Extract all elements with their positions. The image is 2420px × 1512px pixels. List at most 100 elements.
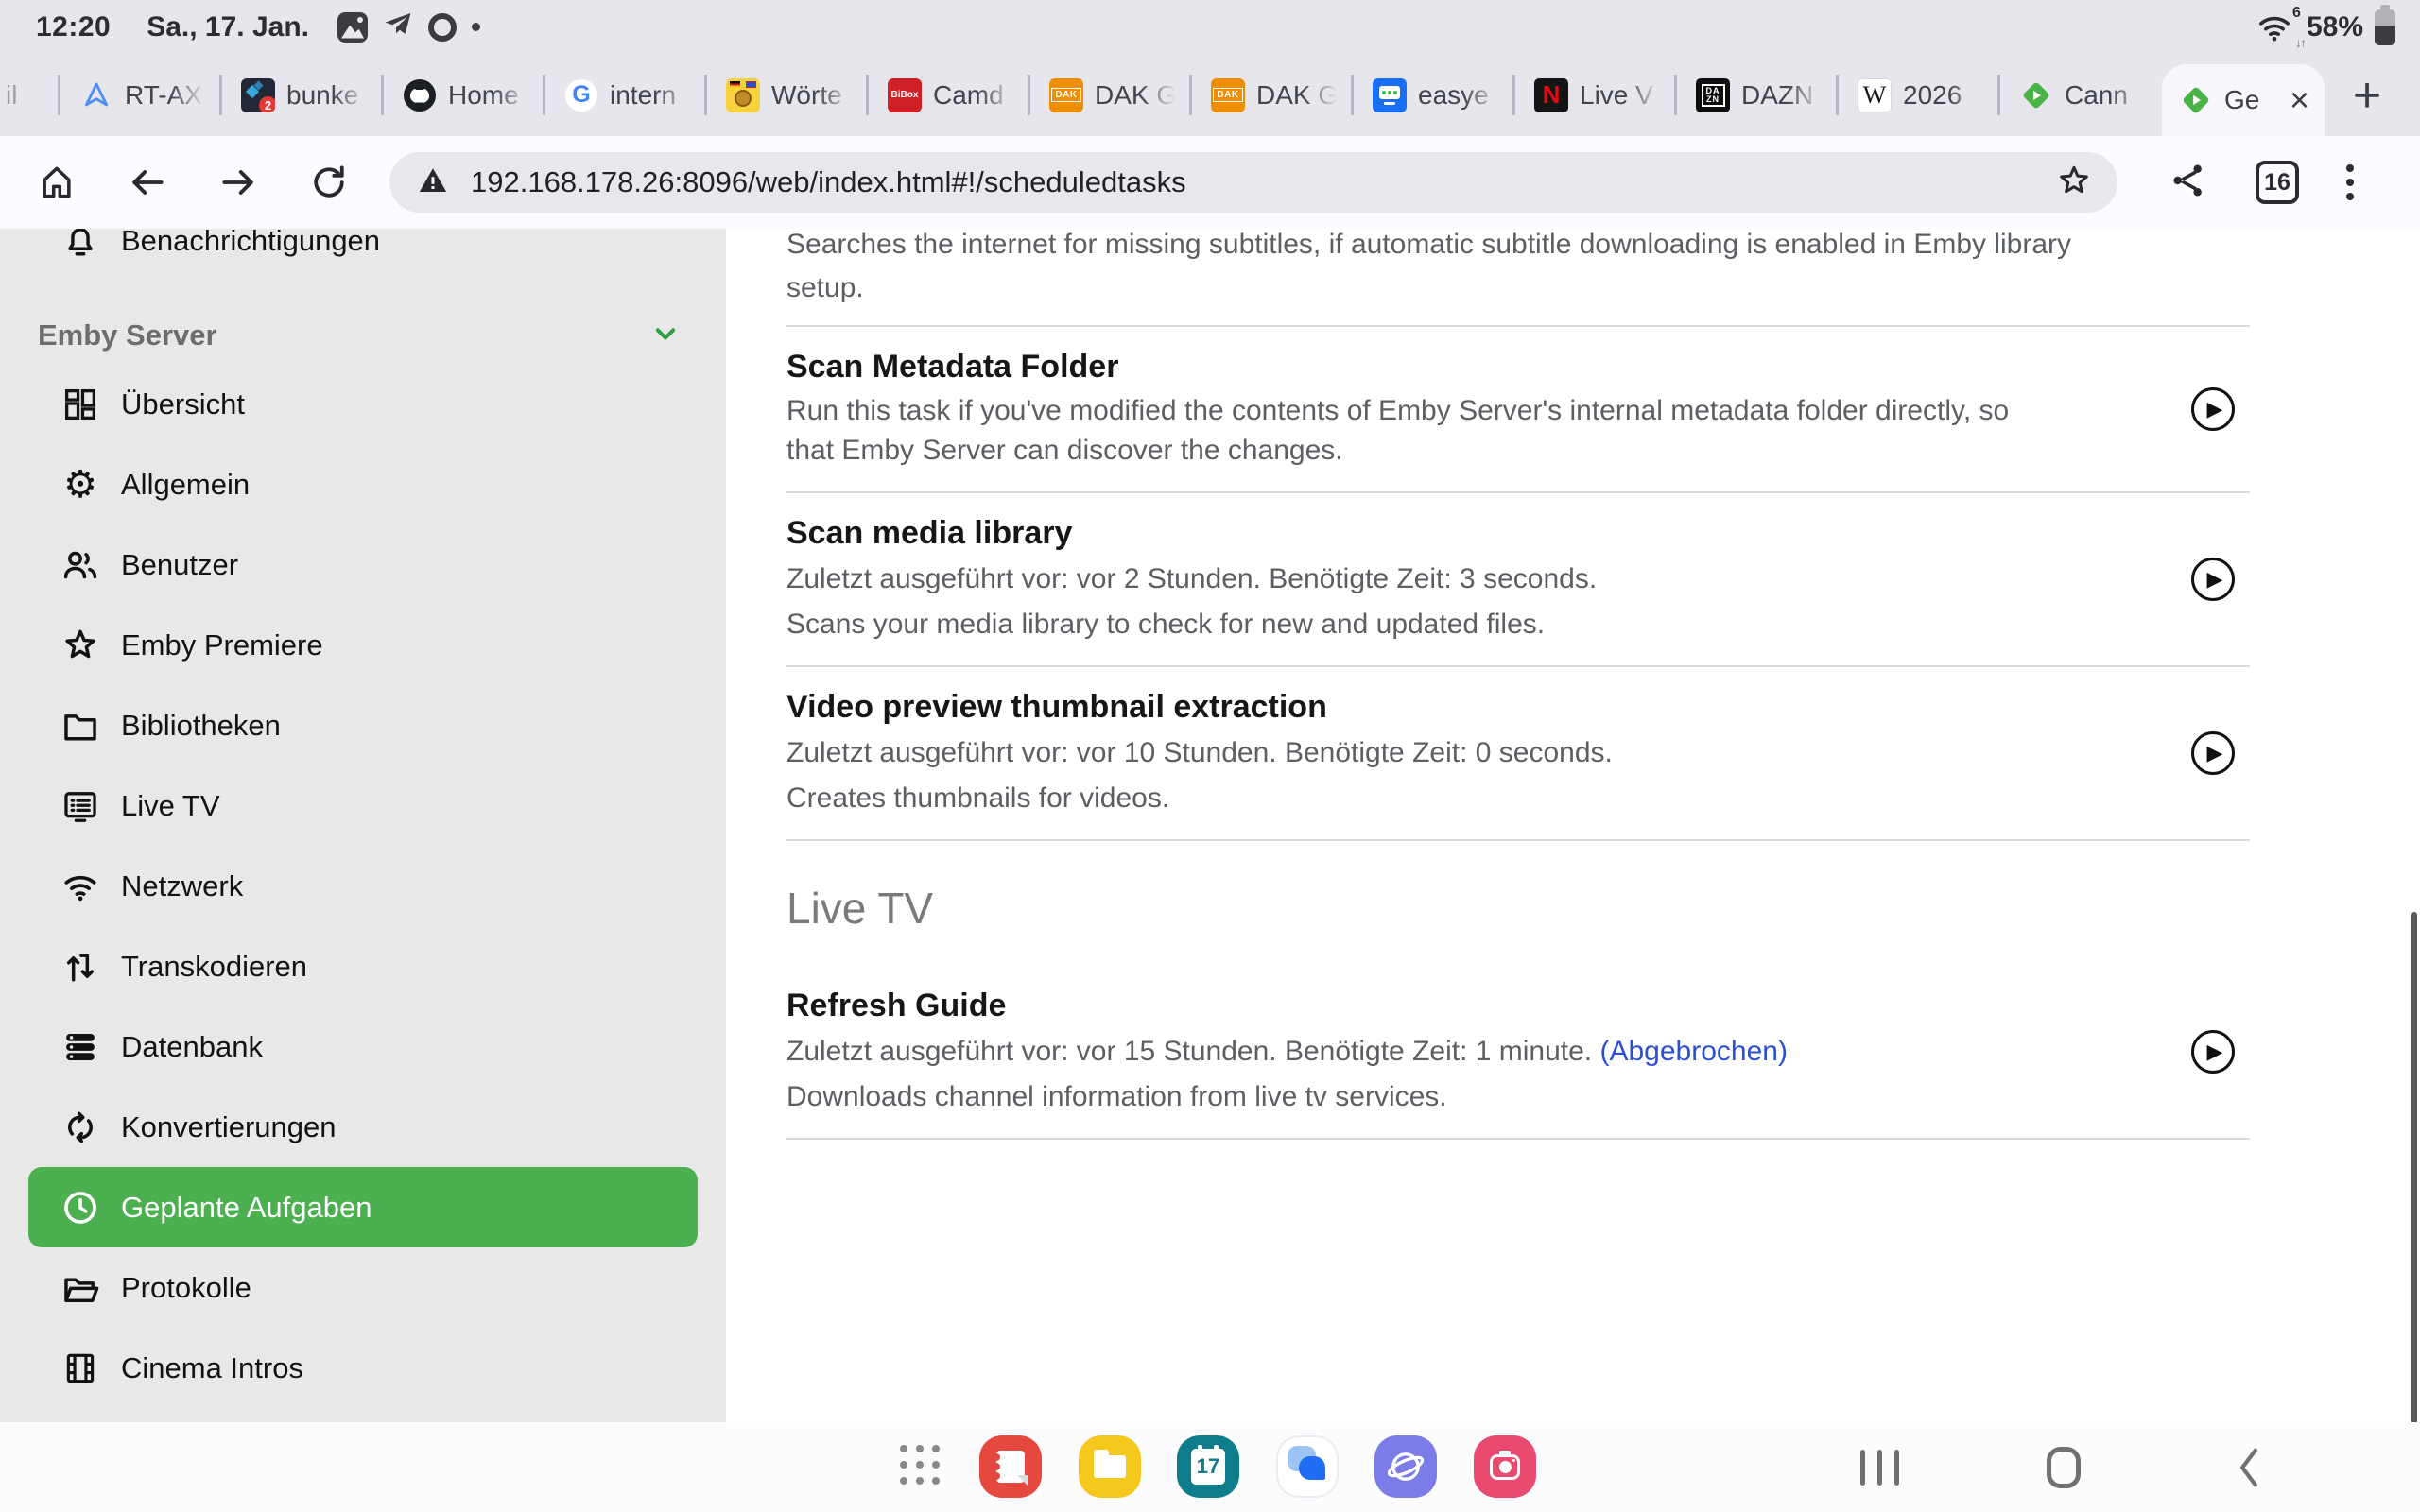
gear-icon: ⚙	[59, 463, 102, 507]
tab-google-intern[interactable]: G intern	[545, 54, 707, 136]
users-icon	[59, 543, 102, 587]
sidebar-item-cinema-intros[interactable]: Cinema Intros	[0, 1328, 726, 1408]
tab-dazn[interactable]: DAZN DAZN	[1677, 54, 1839, 136]
menu-kebab-icon[interactable]	[2346, 164, 2354, 200]
database-icon	[59, 1025, 102, 1069]
tab-easy[interactable]: easye	[1354, 54, 1515, 136]
calendar-app-icon[interactable]: 17	[1177, 1435, 1239, 1498]
emby-icon	[2019, 78, 2053, 112]
star-icon	[59, 624, 102, 667]
tab-wikipedia[interactable]: W 2026	[1839, 54, 2000, 136]
sidebar-item-benachrichtigungen[interactable]: Benachrichtigungen	[0, 229, 726, 281]
battery-percent-text: 58%	[2307, 11, 2363, 43]
forward-button[interactable]	[217, 162, 259, 203]
app-drawer-button[interactable]	[900, 1445, 940, 1485]
sidebar-item-benutzer[interactable]: Benutzer	[0, 524, 726, 605]
film-strip-icon	[59, 1347, 102, 1390]
sidebar-item-datenbank[interactable]: Datenbank	[0, 1006, 726, 1087]
task-scan-metadata-folder: Scan Metadata Folder Run this task if yo…	[786, 327, 2250, 493]
tab-dak-2[interactable]: DAK DAK G	[1192, 54, 1354, 136]
run-task-button[interactable]: ▶	[2191, 387, 2235, 431]
camera-app-icon[interactable]	[1474, 1435, 1536, 1498]
address-bar[interactable]: 192.168.178.26:8096/web/index.html#!/sch…	[389, 152, 2118, 213]
back-button[interactable]	[127, 162, 168, 203]
back-nav-button[interactable]	[2192, 1422, 2306, 1512]
open-folder-icon	[59, 1266, 102, 1310]
dashboard-icon	[59, 383, 102, 426]
sidebar-item-live-tv[interactable]: Live TV	[0, 765, 726, 846]
folder-icon	[59, 704, 102, 747]
run-task-button[interactable]: ▶	[2191, 558, 2235, 601]
url-text[interactable]: 192.168.178.26:8096/web/index.html#!/sch…	[471, 165, 2055, 199]
bookmark-star-icon[interactable]	[2055, 162, 2093, 204]
run-task-button[interactable]: ▶	[2191, 731, 2235, 775]
tab-github-home[interactable]: Home	[384, 54, 545, 136]
url-toolbar: 192.168.178.26:8096/web/index.html#!/sch…	[0, 136, 2420, 229]
new-tab-button[interactable]: +	[2325, 54, 2410, 136]
home-button[interactable]	[36, 162, 78, 203]
site-warning-icon[interactable]	[416, 163, 450, 202]
chevron-down-icon[interactable]	[648, 317, 683, 355]
sidebar-section-emby-server[interactable]: Emby Server	[0, 307, 726, 364]
task-scan-media-library: Scan media library Zuletzt ausgeführt vo…	[786, 493, 2250, 667]
task-video-preview-thumbnail-extraction: Video preview thumbnail extraction Zulet…	[786, 667, 2250, 841]
sidebar-item-emby-premiere[interactable]: Emby Premiere	[0, 605, 726, 685]
bell-icon	[59, 229, 102, 263]
sidebar-item-netzwerk[interactable]: Netzwerk	[0, 846, 726, 926]
run-task-button[interactable]: ▶	[2191, 1030, 2235, 1074]
wifi-network-icon	[59, 865, 102, 908]
messages-app-icon[interactable]	[1276, 1435, 1339, 1498]
github-icon	[403, 78, 437, 112]
task-description: Scans your media library to check for ne…	[786, 605, 1597, 644]
sync-icon	[59, 1106, 102, 1149]
task-last-run-status: Zuletzt ausgeführt vor: vor 2 Stunden. B…	[786, 559, 1597, 599]
tv-guide-icon	[59, 784, 102, 828]
tab-emby-active[interactable]: Ge ×	[2162, 64, 2325, 136]
sidebar-item-bibliotheken[interactable]: Bibliotheken	[0, 685, 726, 765]
dak-icon: DAK	[1049, 78, 1083, 112]
wifi-icon: 6 ↓↑	[2256, 9, 2299, 46]
bibox-icon: BiBox	[888, 78, 922, 112]
tab-netflix[interactable]: N Live V	[1515, 54, 1677, 136]
notes-app-icon[interactable]	[979, 1435, 1042, 1498]
recents-button[interactable]	[1823, 1422, 1936, 1512]
tab-emby-cannot[interactable]: Cann	[2000, 54, 2162, 136]
easy-icon	[1373, 78, 1407, 112]
status-indicators: 6 ↓↑ 58%	[2256, 0, 2395, 54]
tab-rt-ax[interactable]: RT-AX	[60, 54, 222, 136]
sidebar-item-protokolle[interactable]: Protokolle	[0, 1247, 726, 1328]
task-refresh-guide: Refresh Guide Zuletzt ausgeführt vor: vo…	[786, 966, 2250, 1140]
tab-overflow-fragment[interactable]: il	[0, 54, 60, 136]
task-title: Scan Metadata Folder	[786, 348, 2053, 386]
home-nav-button[interactable]	[2007, 1422, 2120, 1512]
date-text: Sa., 17. Jan.	[147, 11, 309, 43]
tab-bibox[interactable]: BiBox Camd	[869, 54, 1030, 136]
more-notifications-dot	[472, 23, 480, 31]
tab-switcher-button[interactable]: 16	[2256, 161, 2299, 204]
tab-dictionary[interactable]: Wörte	[707, 54, 869, 136]
close-tab-icon[interactable]: ×	[2290, 83, 2309, 117]
samsung-internet-app-icon[interactable]	[1374, 1435, 1437, 1498]
tab-dak-1[interactable]: DAK DAK G	[1030, 54, 1192, 136]
sidebar-item-konvertierungen[interactable]: Konvertierungen	[0, 1087, 726, 1167]
sidebar-item-transkodieren[interactable]: Transkodieren	[0, 926, 726, 1006]
sidebar-item-uebersicht[interactable]: Übersicht	[0, 364, 726, 444]
section-heading-live-tv: Live TV	[786, 883, 2250, 934]
share-icon[interactable]	[2169, 161, 2208, 205]
sidebar-item-allgemein[interactable]: ⚙ Allgemein	[0, 444, 726, 524]
files-app-icon[interactable]	[1079, 1435, 1141, 1498]
android-dock: 17	[0, 1422, 2420, 1512]
chrome-notification-icon	[428, 13, 457, 42]
page-scrollbar[interactable]	[2411, 912, 2417, 1427]
clock-text: 12:20	[36, 11, 111, 43]
tab-bunker[interactable]: 2 bunke	[222, 54, 384, 136]
google-icon: G	[564, 78, 598, 112]
dak-icon: DAK	[1211, 78, 1245, 112]
transcode-arrows-icon	[59, 945, 102, 988]
battery-icon	[2375, 9, 2395, 45]
asus-router-icon	[79, 78, 113, 112]
sidebar-item-geplante-aufgaben[interactable]: Geplante Aufgaben	[28, 1167, 698, 1247]
aborted-status-link[interactable]: (Abgebrochen)	[1600, 1036, 1788, 1067]
task-description: Creates thumbnails for videos.	[786, 779, 1613, 818]
reload-button[interactable]	[308, 162, 350, 203]
